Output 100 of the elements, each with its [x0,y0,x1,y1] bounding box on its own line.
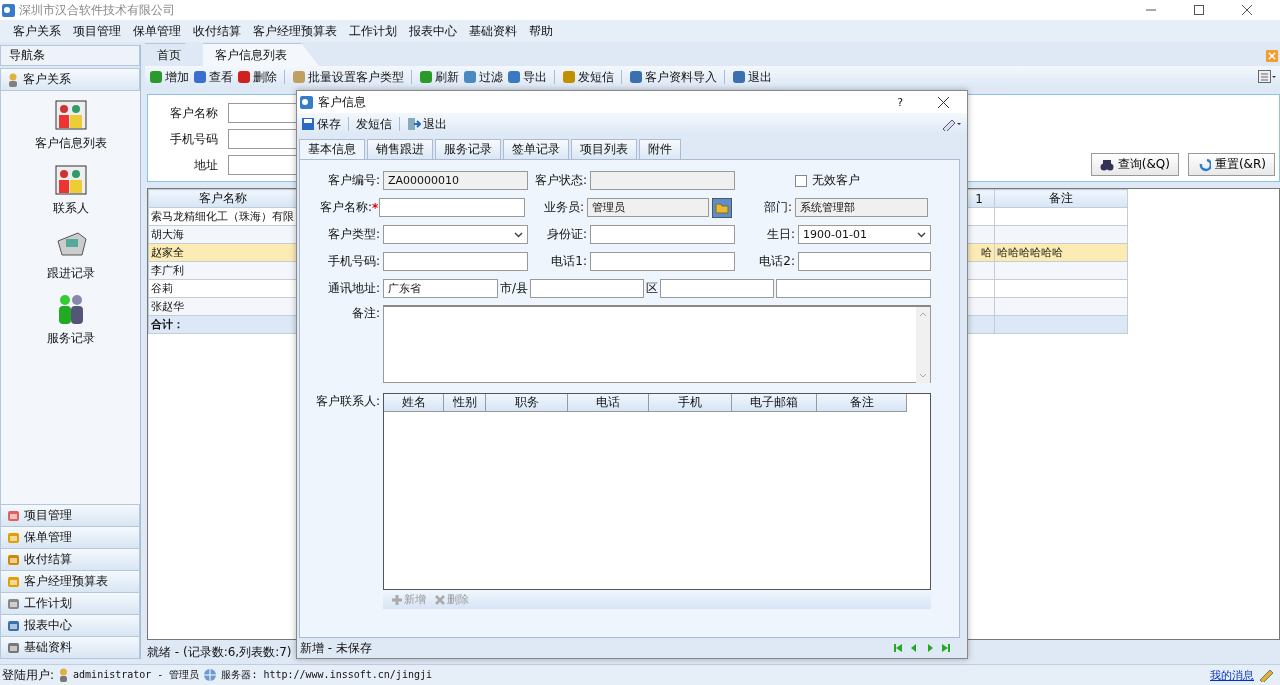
menu-item[interactable]: 报表中心 [409,22,457,40]
dialog-tab[interactable]: 签单记录 [503,139,569,159]
menu-item[interactable]: 保单管理 [133,22,181,40]
menu-item[interactable]: 基础资料 [469,22,517,40]
dropdown-field[interactable] [383,225,528,244]
column-header: 客户名称 [148,189,297,208]
maximize-icon[interactable] [1194,5,1204,15]
list-view-icon[interactable] [1258,70,1276,84]
menu-item[interactable]: 工作计划 [349,22,397,40]
dialog-tab[interactable]: 销售跟进 [367,139,433,159]
input-field[interactable] [776,279,932,298]
close-icon[interactable] [938,96,949,108]
plus-icon [391,593,403,606]
nav-group[interactable]: 项目管理 [0,505,140,527]
column-header: 职务 [486,394,568,412]
input-field[interactable]: 管理员 [587,198,709,217]
nav-item[interactable]: 联系人 [52,164,89,217]
dialog-tab[interactable]: 基本信息 [299,139,365,159]
column-header: 电子邮箱 [732,394,817,412]
toolbar-button[interactable]: 发短信 [356,115,392,133]
nav-group[interactable]: 收付结算 [0,549,140,571]
dialog-tab[interactable]: 服务记录 [435,139,501,159]
pencil-icon[interactable] [941,117,963,131]
field-label: 市/县 [499,280,530,297]
nav-group[interactable]: 工作计划 [0,593,140,615]
group-icon [7,531,20,544]
field-label: 客户名称 [169,104,218,122]
field-label: 客户名称: [318,199,372,216]
group-icon [7,575,20,588]
input-field[interactable] [590,171,735,190]
toolbar-button[interactable]: 客户资料导入 [629,68,717,86]
toolbar-button[interactable]: 退出 [407,115,447,133]
previous-record-icon[interactable] [909,643,919,653]
toolbar-button[interactable]: 退出 [732,68,772,86]
search-button[interactable]: 重置(&R) [1187,153,1275,176]
input-field[interactable] [590,252,735,271]
menu-item[interactable]: 客户关系 [13,22,61,40]
nav-group[interactable]: 报表中心 [0,615,140,637]
field-label: 身份证: [545,226,588,243]
page-tab[interactable]: 客户信息列表 [203,43,319,66]
globe-icon [203,668,218,682]
nav-group-label: 工作计划 [24,595,72,612]
close-icon[interactable] [1242,5,1252,15]
messages-link[interactable]: 我的消息 [1210,667,1254,683]
checkbox[interactable] [795,174,807,187]
toolbar-icon [419,70,433,84]
first-record-icon[interactable] [893,643,903,653]
toolbar-button[interactable]: 查看 [193,68,233,86]
menu-item[interactable]: 客户经理预算表 [253,22,337,40]
dialog-tab[interactable]: 附件 [639,139,681,159]
toolbar-button[interactable]: 增加 [149,68,189,86]
text-area[interactable] [383,305,931,383]
picker-button[interactable] [712,197,732,218]
menu-item[interactable]: 帮助 [529,22,553,40]
nav-group[interactable]: 客户关系 [0,68,140,91]
toolbar-button[interactable]: 批量设置客户类型 [292,68,404,86]
status-text: 就绪 - (记录数:6,列表数:7) [147,643,292,661]
folder-icon [715,201,729,214]
nav-group[interactable]: 保单管理 [0,527,140,549]
toolbar-button[interactable]: 发短信 [562,68,614,86]
toolbar-icon [562,70,576,84]
input-field[interactable]: 系统管理部 [795,198,928,217]
input-field[interactable] [590,225,735,244]
person-icon [7,72,19,87]
field-label: 生日: [765,226,796,243]
input-field[interactable] [798,252,931,271]
nav-item[interactable]: 服务记录 [46,294,95,347]
last-record-icon[interactable] [941,643,951,653]
field-label: 通讯地址: [326,280,381,297]
input-field[interactable] [383,252,528,271]
toolbar-icon [237,70,251,84]
column-header: 备注 [994,189,1128,208]
dropdown-field[interactable]: 1900-01-01 [798,225,931,244]
nav-group[interactable]: 客户经理预算表 [0,571,140,593]
column-header: 备注 [817,394,907,412]
menu-item[interactable]: 收付结算 [193,22,241,40]
input-field[interactable]: ZA00000010 [383,171,528,190]
status-label: 登陆用户: [2,666,55,684]
help-button[interactable]: ? [897,95,903,109]
input-field[interactable] [530,279,645,298]
next-record-icon[interactable] [925,643,935,653]
nav-group[interactable]: 基础资料 [0,637,140,659]
nav-item[interactable]: 跟进记录 [46,229,95,282]
menu-item[interactable]: 项目管理 [73,22,121,40]
nav-group-label: 收付结算 [24,551,72,568]
dialog-title: 客户信息 [318,93,366,111]
dialog-tab[interactable]: 项目列表 [571,139,637,159]
input-field[interactable]: 广东省 [383,279,498,298]
toolbar-button[interactable]: 删除 [237,68,277,86]
toolbar-button[interactable]: 保存 [301,115,341,133]
toolbar-button[interactable]: 导出 [507,68,547,86]
toolbar-button[interactable]: 过滤 [463,68,503,86]
nav-item[interactable]: 客户信息列表 [34,99,107,152]
input-field[interactable] [379,198,525,217]
toolbar-icon [463,70,477,84]
toolbar-button[interactable]: 刷新 [419,68,459,86]
search-button[interactable]: 查询(&Q) [1090,153,1179,176]
toolbar-icon [193,70,207,84]
input-field[interactable] [660,279,775,298]
user-text: administrator - 管理员 [73,668,200,682]
